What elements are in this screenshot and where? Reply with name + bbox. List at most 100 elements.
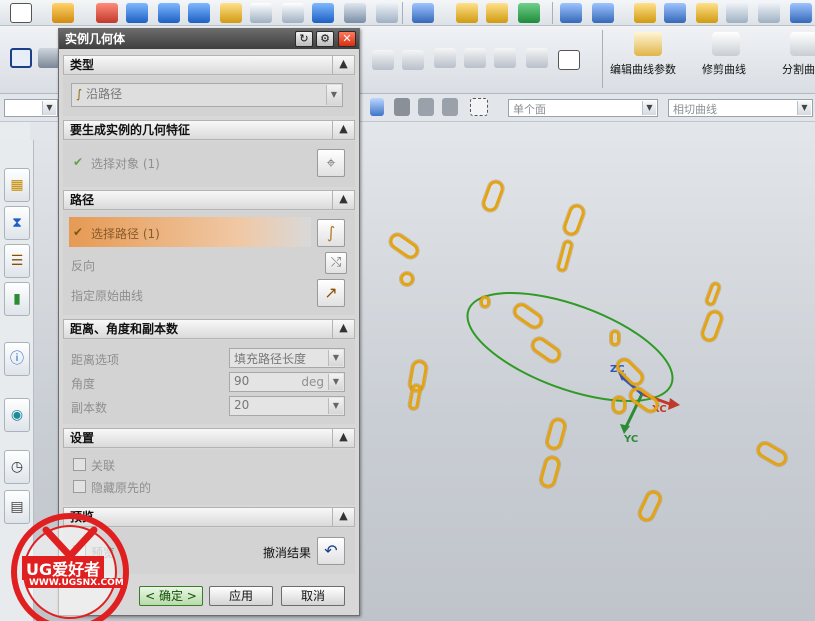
feature-icon[interactable] [96,3,118,23]
trim-body-icon[interactable] [486,3,508,23]
info-icon[interactable]: ⓘ [4,342,30,376]
snap-point-icon[interactable] [10,48,32,68]
cone-icon[interactable] [188,3,210,23]
snap-quad-icon[interactable] [442,98,458,116]
sew-icon[interactable] [758,3,780,23]
type-filter-combo[interactable]: ▼ [4,99,58,117]
patch-icon[interactable] [790,3,812,23]
shell-icon[interactable] [634,3,656,23]
value-menu-icon[interactable]: ▼ [328,398,343,414]
path-type-icon: ∫ [76,87,83,101]
chevron-down-icon: ▼ [328,350,343,366]
part-navigator-icon[interactable]: ☰ [4,244,30,278]
collapse-icon[interactable]: ▲ [332,319,354,339]
reset-button[interactable]: ↻ [295,31,313,47]
chain-link[interactable] [400,272,414,286]
boss-icon[interactable] [282,3,304,23]
angle-unit: deg [301,375,324,389]
select-object-label[interactable]: 选择对象 (1) [91,155,160,172]
history-icon[interactable]: ◷ [4,450,30,484]
offset-icon[interactable] [592,3,614,23]
trim-curve-button[interactable]: 修剪曲线 [702,61,746,77]
web-browser-icon[interactable]: ◉ [4,398,30,432]
thicken-icon[interactable] [664,3,686,23]
section-path[interactable]: 路径 ▲ [63,190,355,210]
type-combo[interactable]: ∫ 沿路径 ▼ [71,83,343,107]
open-icon[interactable] [52,3,74,23]
chain-link[interactable] [480,296,490,308]
pad-icon[interactable] [344,3,366,23]
copies-input[interactable]: 20 ▼ [229,396,345,416]
curve-filter-combo[interactable]: 相切曲线 ▼ [668,99,813,117]
hide-original-checkbox[interactable] [73,480,86,493]
collapse-icon[interactable]: ▲ [332,507,354,527]
curve-filter-value: 相切曲线 [673,103,717,116]
snap-end-icon[interactable] [370,98,384,116]
chain-link[interactable] [610,330,620,346]
section-settings-label: 设置 [70,431,95,445]
sphere-icon[interactable] [220,3,242,23]
snap-center-icon[interactable] [418,98,434,116]
watermark-url: WWW.UGSNX.COM [26,578,127,588]
axis-label-yc: YC [623,434,638,445]
cylinder-icon[interactable] [158,3,180,23]
select-object-button[interactable]: ⌖ [317,149,345,177]
assembly-navigator-icon[interactable]: ▦ [4,168,30,202]
specify-original-curve-button[interactable]: ↗ [317,279,345,307]
settings-button[interactable]: ⚙ [316,31,334,47]
layer-icon[interactable] [38,48,60,68]
reuse-library-icon[interactable]: ▮ [4,282,30,316]
distance-option-combo[interactable]: 填充路径长度 ▼ [229,348,345,368]
collapse-icon[interactable]: ▲ [332,120,354,140]
groove-icon[interactable] [376,3,398,23]
block-icon[interactable] [126,3,148,23]
close-button[interactable]: ✕ [338,31,356,47]
curve-tool-6-icon[interactable] [526,48,548,68]
extract-icon[interactable] [726,3,748,23]
split-curve-button[interactable]: 分割曲 [782,61,815,77]
section-type[interactable]: 类型 ▲ [63,55,355,75]
reverse-direction-button[interactable]: ⤭ [325,252,347,274]
select-path-button[interactable]: ∫ [317,219,345,247]
curve-tool-4-icon[interactable] [464,48,486,68]
mirror-icon[interactable] [560,3,582,23]
rect-select-icon[interactable] [470,98,488,116]
apply-button[interactable]: 应用 [209,586,273,606]
collapse-icon[interactable]: ▲ [332,190,354,210]
snap-mid-icon[interactable] [394,98,410,116]
x-axis-arrow [668,398,680,410]
chain-link[interactable] [612,396,626,414]
cancel-button[interactable]: 取消 [281,586,345,606]
split-body-icon[interactable] [518,3,540,23]
face-filter-combo[interactable]: 单个面 ▼ [508,99,658,117]
section-features[interactable]: 要生成实例的几何特征 ▲ [63,120,355,140]
curve-tool-3-icon[interactable] [434,48,456,68]
copies-value: 20 [234,398,250,412]
edit-curve-params-icon[interactable] [634,32,662,56]
curve-tool-7-icon[interactable] [558,50,580,70]
value-menu-icon[interactable]: ▼ [328,374,343,390]
hole-icon[interactable] [250,3,272,23]
curve-tool-5-icon[interactable] [494,48,516,68]
edge-blend-icon[interactable] [412,3,434,23]
constraint-navigator-icon[interactable]: ⧗ [4,206,30,240]
associative-checkbox[interactable] [73,458,86,471]
trim-curve-icon[interactable] [712,32,740,56]
draft-icon[interactable] [696,3,718,23]
curve-tool-2-icon[interactable] [402,50,424,70]
pocket-icon[interactable] [312,3,334,23]
select-path-label[interactable]: 选择路径 (1) [91,225,160,242]
angle-input[interactable]: 90 deg ▼ [229,372,345,392]
distance-option-value: 填充路径长度 [234,352,307,366]
section-settings[interactable]: 设置 ▲ [63,428,355,448]
collapse-icon[interactable]: ▲ [332,428,354,448]
distance-option-label: 距离选项 [71,353,120,367]
undo-result-button[interactable]: ↶ [317,537,345,565]
edit-curve-params-button[interactable]: 编辑曲线参数 [610,61,676,77]
chamfer-icon[interactable] [456,3,478,23]
collapse-icon[interactable]: ▲ [332,55,354,75]
new-file-icon[interactable] [10,3,32,23]
curve-tool-1-icon[interactable] [372,50,394,70]
split-curve-icon[interactable] [790,32,815,56]
section-distance[interactable]: 距离、角度和副本数 ▲ [63,319,355,339]
